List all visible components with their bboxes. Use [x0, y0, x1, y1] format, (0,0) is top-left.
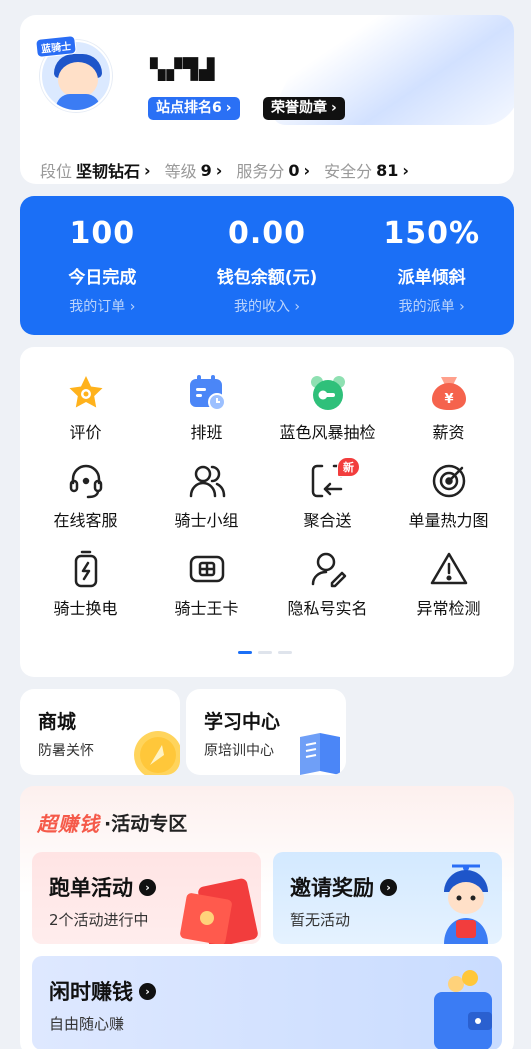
book-icon: [290, 719, 346, 775]
wallet-icon: [434, 970, 492, 1049]
chevron-right-icon: ›: [402, 160, 409, 180]
coin-icon: [124, 719, 180, 775]
grid-item-knight-group[interactable]: 骑士小组: [146, 461, 267, 530]
grid-item-privacy-realname[interactable]: 隐私号实名: [267, 549, 388, 618]
chevron-right-icon: ›: [225, 100, 232, 116]
chevron-right-icon: ›: [331, 100, 337, 116]
summary-wallet[interactable]: 0.00 钱包余额(元) 我的收入 ›: [185, 196, 350, 335]
study-center-card[interactable]: 学习中心 原培训中心: [186, 689, 346, 775]
grid-item-anomaly-check[interactable]: 异常检测: [388, 549, 509, 618]
profile-card: 蓝骑士 ▚▞▜▟ 站点排名6 › 荣誉勋章 › 段位 坚韧钻石 › 等级 9 › 服务分 0 ›…: [20, 15, 514, 184]
money-bag-icon: ¥: [427, 373, 471, 413]
grid-item-salary[interactable]: ¥ 薪资: [388, 373, 509, 442]
grid-item-king-card[interactable]: 骑士王卡: [146, 549, 267, 618]
sim-card-icon: [185, 549, 229, 589]
grid-item-online-service[interactable]: 在线客服: [25, 461, 146, 530]
arrow-right-icon: ›: [139, 878, 156, 896]
grid-item-heatmap[interactable]: 单量热力图: [388, 461, 509, 530]
run-activity-card[interactable]: 跑单活动 › 2个活动进行中: [32, 852, 261, 944]
chevron-right-icon: ›: [303, 160, 311, 180]
arrow-right-icon: ›: [380, 878, 397, 896]
svg-text:¥: ¥: [444, 392, 453, 407]
group-icon: [185, 461, 229, 501]
stat-level[interactable]: 等级 9 ›: [165, 158, 223, 182]
alarm-clock-icon: [306, 373, 350, 413]
headset-icon: [64, 461, 108, 501]
idle-earning-card[interactable]: 闲时赚钱 › 自由随心赚: [32, 956, 502, 1049]
grid-item-schedule[interactable]: 排班: [146, 373, 267, 442]
function-grid: 评价 排班 蓝色风暴抽检 ¥ 薪资 在线客服 骑士小组 新 聚合送 单量热力图 …: [25, 373, 509, 618]
stat-tier[interactable]: 段位 坚韧钻石 ›: [40, 158, 151, 182]
shop-card[interactable]: 商城 防暑关怀: [20, 689, 180, 775]
star-icon: [64, 373, 108, 413]
grid-item-review[interactable]: 评价: [25, 373, 146, 442]
battery-icon: [64, 549, 108, 589]
stat-service[interactable]: 服务分 0 ›: [236, 158, 310, 182]
honor-tag[interactable]: 荣誉勋章 ›: [263, 97, 345, 120]
function-grid-card: 评价 排班 蓝色风暴抽检 ¥ 薪资 在线客服 骑士小组 新 聚合送 单量热力图 …: [20, 347, 514, 677]
stat-safety[interactable]: 安全分 81 ›: [324, 158, 409, 182]
mascot-icon: [444, 864, 488, 944]
invite-reward-card[interactable]: 邀请奖励 › 暂无活动: [273, 852, 502, 944]
chevron-right-icon: ›: [215, 160, 223, 180]
target-icon: [427, 461, 471, 501]
summary-orders[interactable]: 100 今日完成 我的订单 ›: [20, 196, 185, 335]
summary-dispatch[interactable]: 150% 派单倾斜 我的派单 ›: [349, 196, 514, 335]
red-envelope-icon: [180, 878, 258, 944]
grid-item-battery-swap[interactable]: 骑士换电: [25, 549, 146, 618]
calendar-icon: [185, 373, 229, 413]
user-verify-icon: [306, 549, 350, 589]
user-name: ▚▞▜▟: [150, 57, 216, 81]
arrow-right-icon: ›: [139, 982, 156, 1000]
chevron-right-icon: ›: [144, 160, 151, 180]
activity-section: 超赚钱 ·活动专区 跑单活动 › 2个活动进行中 邀请奖励 › 暂无活动 闲时赚钱 ›…: [20, 786, 514, 1049]
new-badge: 新: [337, 457, 360, 477]
page-indicator: [238, 651, 292, 654]
profile-stats: 段位 坚韧钻石 › 等级 9 › 服务分 0 › 安全分 81 ›: [40, 158, 409, 182]
rank-tag[interactable]: 站点排名6 ›: [148, 97, 240, 120]
activity-header: 超赚钱 ·活动专区: [37, 812, 188, 836]
summary-card: 100 今日完成 我的订单 › 0.00 钱包余额(元) 我的收入 › 150%…: [20, 196, 514, 335]
warning-icon: [427, 549, 471, 589]
grid-item-aggregate-delivery[interactable]: 新 聚合送: [267, 457, 388, 530]
grid-item-storm-check[interactable]: 蓝色风暴抽检: [267, 373, 388, 442]
